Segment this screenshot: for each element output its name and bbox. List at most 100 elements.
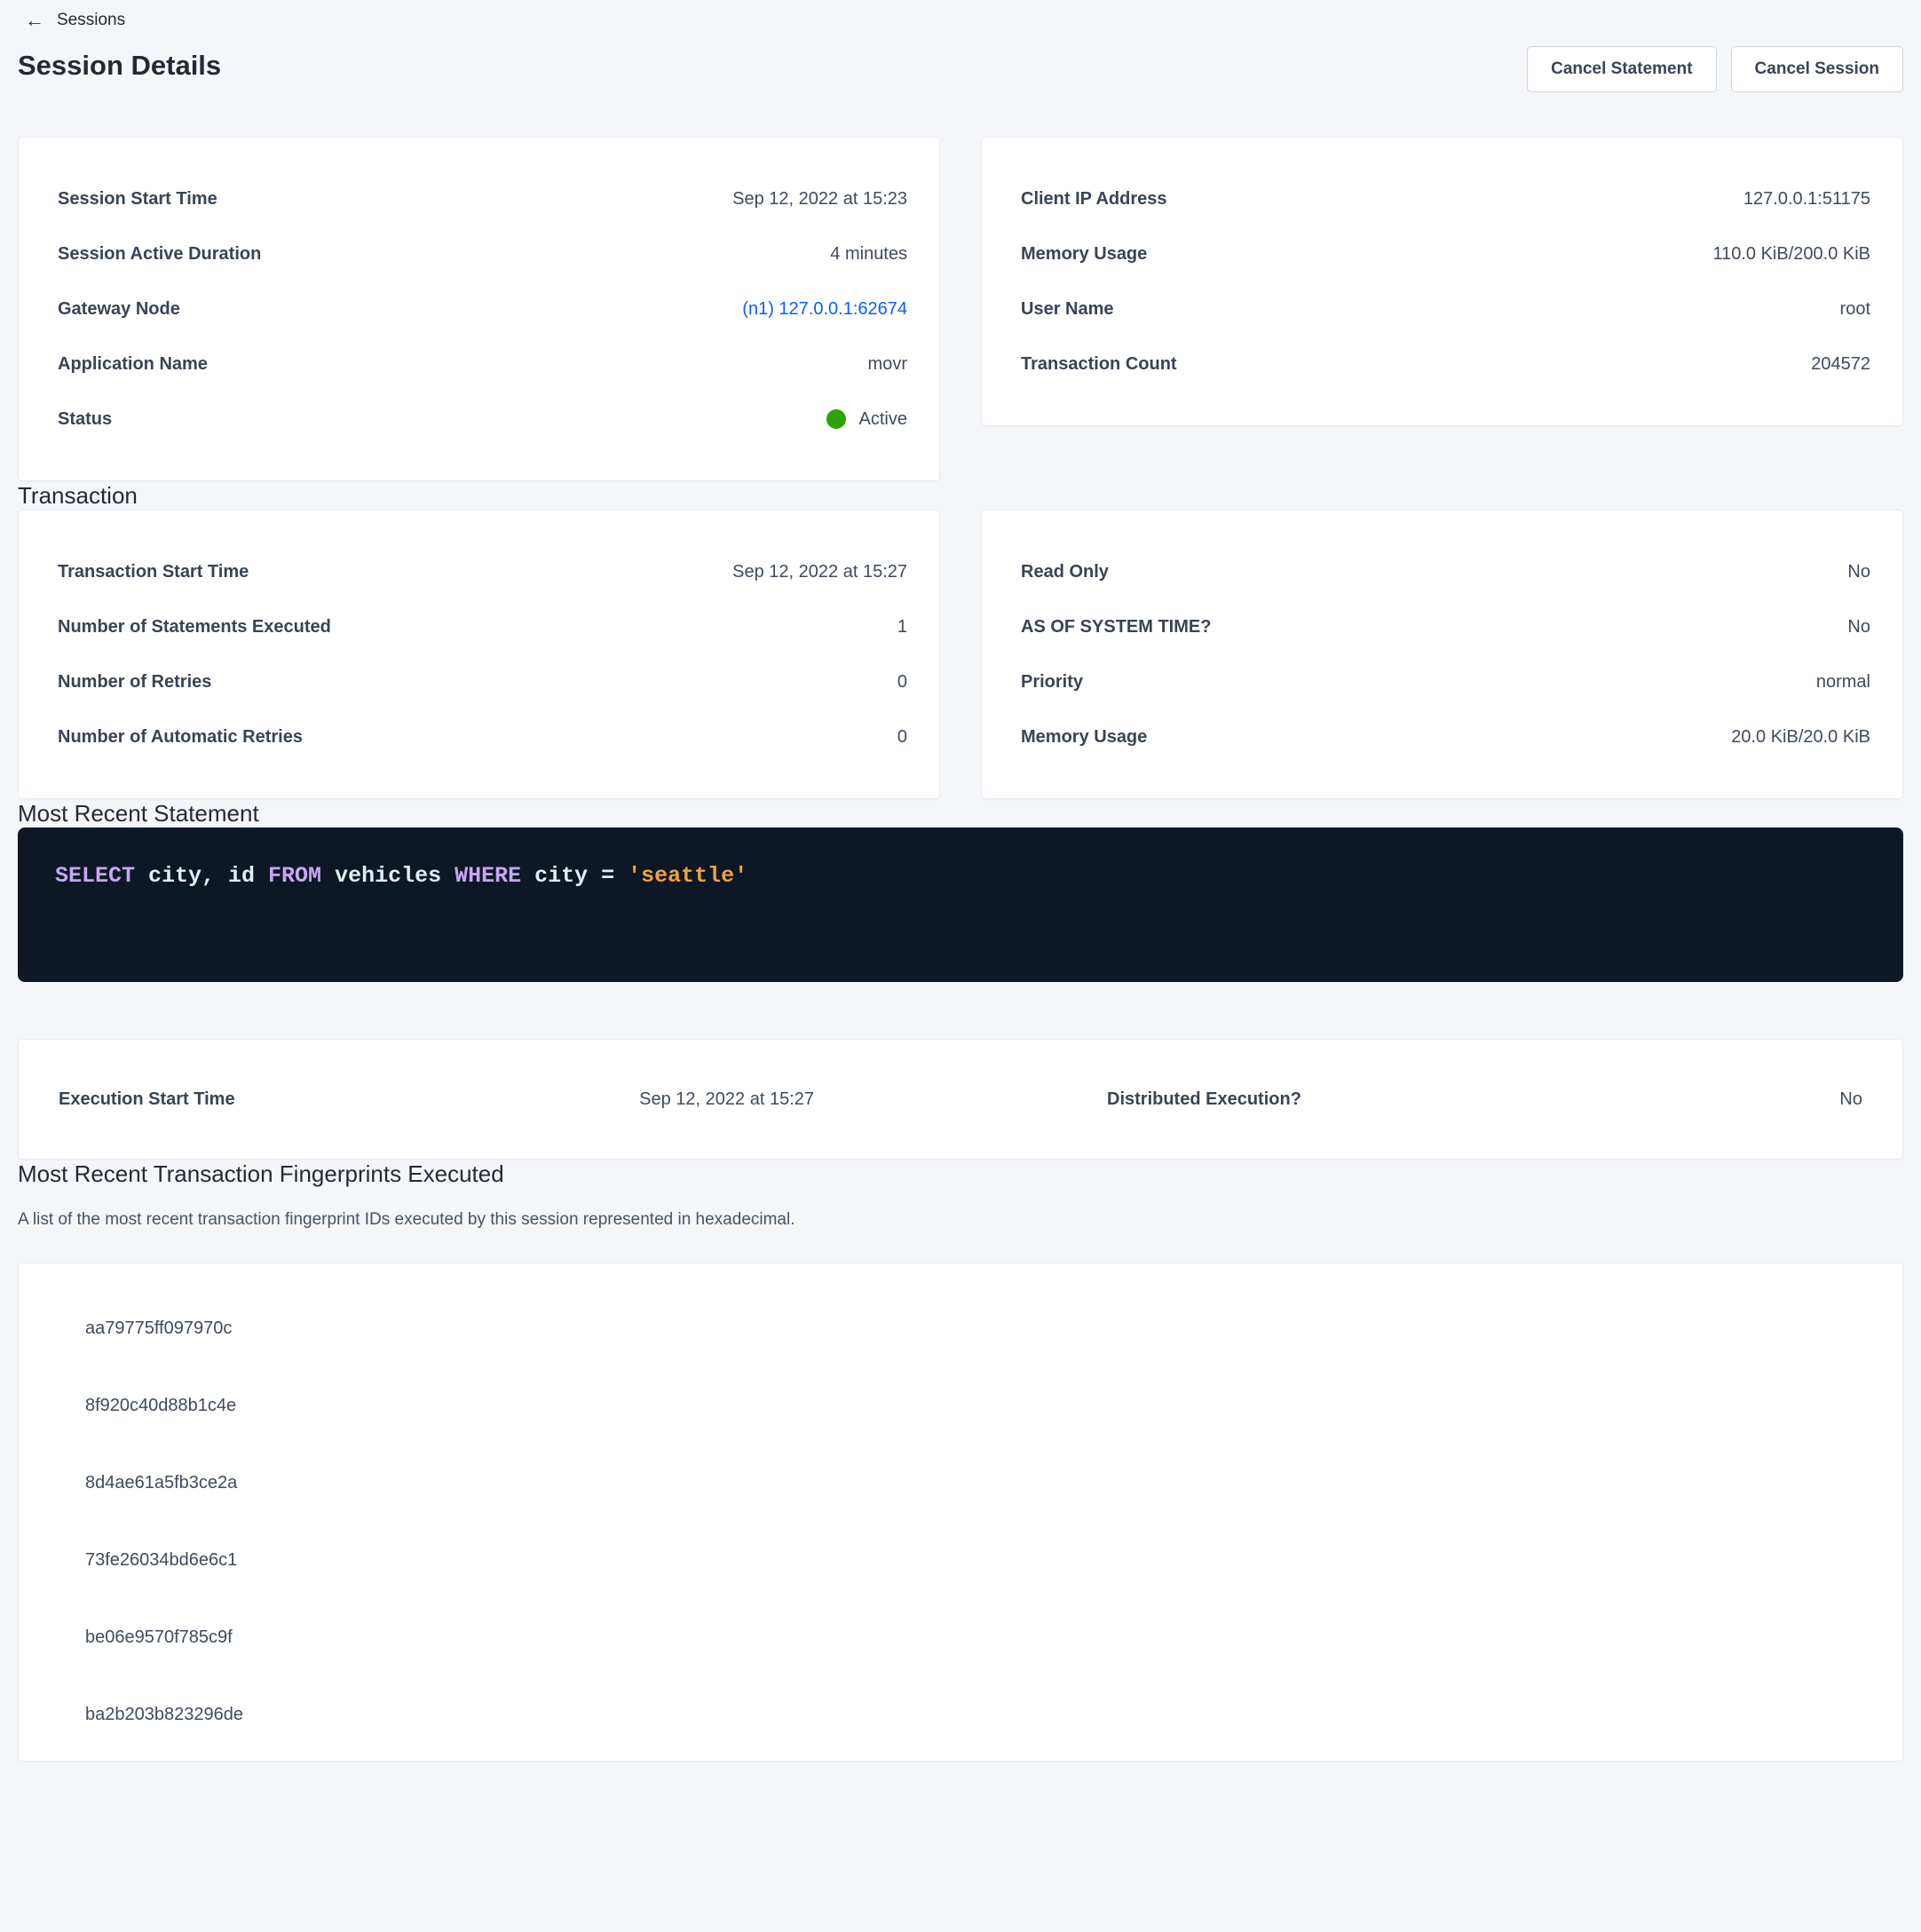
- number-of-retries-value: 0: [897, 672, 907, 693]
- fingerprint-id: 8d4ae61a5fb3ce2a: [85, 1473, 237, 1493]
- application-name-value: movr: [868, 354, 907, 375]
- distributed-execution-value: No: [1839, 1089, 1862, 1110]
- client-ip-value: 127.0.0.1:51175: [1743, 189, 1870, 210]
- session-active-duration-row: Session Active Duration 4 minutes: [58, 226, 907, 281]
- session-summary-row: Session Start Time Sep 12, 2022 at 15:23…: [18, 137, 1903, 481]
- gateway-node-row: Gateway Node (n1) 127.0.0.1:62674: [58, 281, 907, 337]
- transaction-row: Transaction Start Time Sep 12, 2022 at 1…: [18, 510, 1903, 799]
- number-of-retries-label: Number of Retries: [58, 672, 211, 693]
- fingerprints-description: A list of the most recent transaction fi…: [18, 1209, 1903, 1231]
- execution-summary-card: Execution Start Time Sep 12, 2022 at 15:…: [18, 1039, 1903, 1160]
- statements-executed-row: Number of Statements Executed 1: [58, 599, 907, 654]
- status-active-dot-icon: [826, 409, 846, 429]
- gateway-node-label: Gateway Node: [58, 299, 180, 320]
- session-start-time-value: Sep 12, 2022 at 15:23: [732, 189, 907, 210]
- execution-start-time-row: Execution Start Time Sep 12, 2022 at 15:…: [59, 1089, 814, 1110]
- transaction-count-value: 204572: [1811, 354, 1870, 375]
- cancel-session-button[interactable]: Cancel Session: [1731, 46, 1903, 92]
- fingerprint-row: be06e9570f785c9f: [19, 1599, 1902, 1676]
- status-row: Status Active: [58, 392, 907, 447]
- sql-keyword: FROM: [268, 863, 321, 889]
- fingerprint-id: 73fe26034bd6e6c1: [85, 1550, 237, 1571]
- as-of-system-time-value: No: [1847, 617, 1870, 637]
- most-recent-statement-heading: Most Recent Statement: [18, 799, 1903, 827]
- priority-label: Priority: [1021, 672, 1083, 693]
- transaction-memory-usage-label: Memory Usage: [1021, 727, 1147, 748]
- session-summary-card-left: Session Start Time Sep 12, 2022 at 15:23…: [18, 137, 940, 481]
- fingerprint-id: 8f920c40d88b1c4e: [85, 1396, 236, 1416]
- session-memory-usage-label: Memory Usage: [1021, 244, 1147, 265]
- transaction-memory-usage-value: 20.0 KiB/20.0 KiB: [1731, 727, 1870, 748]
- fingerprint-row: 8d4ae61a5fb3ce2a: [19, 1445, 1902, 1522]
- distributed-execution-row: Distributed Execution? No: [1107, 1089, 1862, 1110]
- distributed-execution-label: Distributed Execution?: [1107, 1089, 1301, 1110]
- application-name-label: Application Name: [58, 354, 208, 375]
- session-memory-usage-value: 110.0 KiB/200.0 KiB: [1712, 244, 1870, 265]
- statements-executed-value: 1: [897, 617, 907, 637]
- fingerprint-id: be06e9570f785c9f: [85, 1627, 233, 1648]
- back-to-sessions-link[interactable]: ← Sessions: [18, 9, 125, 32]
- session-active-duration-value: 4 minutes: [830, 244, 907, 265]
- transaction-start-time-value: Sep 12, 2022 at 15:27: [732, 562, 907, 582]
- fingerprint-id: ba2b203b823296de: [85, 1705, 243, 1725]
- page-header: Session Details Cancel Statement Cancel …: [18, 46, 1903, 92]
- gateway-node-link[interactable]: (n1) 127.0.0.1:62674: [742, 299, 907, 319]
- read-only-label: Read Only: [1021, 562, 1109, 582]
- as-of-system-time-label: AS OF SYSTEM TIME?: [1021, 617, 1211, 637]
- fingerprint-id: aa79775ff097970c: [85, 1318, 232, 1339]
- application-name-row: Application Name movr: [58, 337, 907, 392]
- back-link-label: Sessions: [57, 9, 125, 32]
- transaction-count-row: Transaction Count 204572: [1021, 337, 1870, 392]
- session-start-time-label: Session Start Time: [58, 189, 217, 210]
- fingerprints-card: aa79775ff097970c 8f920c40d88b1c4e 8d4ae6…: [18, 1263, 1903, 1762]
- transaction-start-time-label: Transaction Start Time: [58, 562, 249, 582]
- header-actions: Cancel Statement Cancel Session: [1527, 46, 1903, 92]
- transaction-card-left: Transaction Start Time Sep 12, 2022 at 1…: [18, 510, 940, 799]
- status-value: Active: [859, 409, 907, 430]
- session-summary-card-right: Client IP Address 127.0.0.1:51175 Memory…: [981, 137, 1903, 426]
- priority-row: Priority normal: [1021, 654, 1870, 709]
- transaction-count-label: Transaction Count: [1021, 354, 1177, 375]
- user-name-label: User Name: [1021, 299, 1114, 320]
- sql-keyword: WHERE: [455, 863, 521, 889]
- session-details-page: ← Sessions Session Details Cancel Statem…: [0, 0, 1921, 1762]
- transaction-start-time-row: Transaction Start Time Sep 12, 2022 at 1…: [58, 544, 907, 599]
- execution-start-time-label: Execution Start Time: [59, 1089, 235, 1110]
- read-only-value: No: [1847, 562, 1870, 582]
- user-name-value: root: [1840, 299, 1870, 320]
- cancel-statement-button[interactable]: Cancel Statement: [1527, 46, 1716, 92]
- transaction-memory-usage-row: Memory Usage 20.0 KiB/20.0 KiB: [1021, 709, 1870, 764]
- client-ip-label: Client IP Address: [1021, 189, 1167, 210]
- session-memory-usage-row: Memory Usage 110.0 KiB/200.0 KiB: [1021, 226, 1870, 281]
- fingerprints-section-heading: Most Recent Transaction Fingerprints Exe…: [18, 1160, 1903, 1188]
- read-only-row: Read Only No: [1021, 544, 1870, 599]
- sql-keyword: SELECT: [55, 863, 135, 889]
- client-ip-row: Client IP Address 127.0.0.1:51175: [1021, 171, 1870, 226]
- fingerprint-row: 8f920c40d88b1c4e: [19, 1367, 1902, 1445]
- fingerprint-row: ba2b203b823296de: [19, 1676, 1902, 1754]
- number-of-retries-row: Number of Retries 0: [58, 654, 907, 709]
- priority-value: normal: [1816, 672, 1870, 693]
- session-active-duration-label: Session Active Duration: [58, 244, 261, 265]
- statements-executed-label: Number of Statements Executed: [58, 617, 331, 637]
- sql-text: city, id: [135, 863, 268, 889]
- automatic-retries-row: Number of Automatic Retries 0: [58, 709, 907, 764]
- execution-start-time-value: Sep 12, 2022 at 15:27: [639, 1089, 814, 1110]
- automatic-retries-value: 0: [897, 727, 907, 748]
- back-arrow-icon: ←: [25, 11, 44, 30]
- sql-text: city =: [521, 863, 628, 889]
- sql-string-literal: 'seattle': [628, 863, 747, 889]
- transaction-card-right: Read Only No AS OF SYSTEM TIME? No Prior…: [981, 510, 1903, 799]
- sql-statement-text: SELECT city, id FROM vehicles WHERE city…: [55, 863, 1866, 890]
- page-title: Session Details: [18, 46, 221, 85]
- sql-statement-box: SELECT city, id FROM vehicles WHERE city…: [18, 827, 1903, 982]
- user-name-row: User Name root: [1021, 281, 1870, 337]
- session-start-time-row: Session Start Time Sep 12, 2022 at 15:23: [58, 171, 907, 226]
- transaction-section-heading: Transaction: [18, 481, 1903, 510]
- status-label: Status: [58, 409, 112, 430]
- fingerprint-row: aa79775ff097970c: [19, 1290, 1902, 1367]
- fingerprint-row: 73fe26034bd6e6c1: [19, 1522, 1902, 1599]
- as-of-system-time-row: AS OF SYSTEM TIME? No: [1021, 599, 1870, 654]
- sql-text: vehicles: [321, 863, 455, 889]
- automatic-retries-label: Number of Automatic Retries: [58, 727, 303, 748]
